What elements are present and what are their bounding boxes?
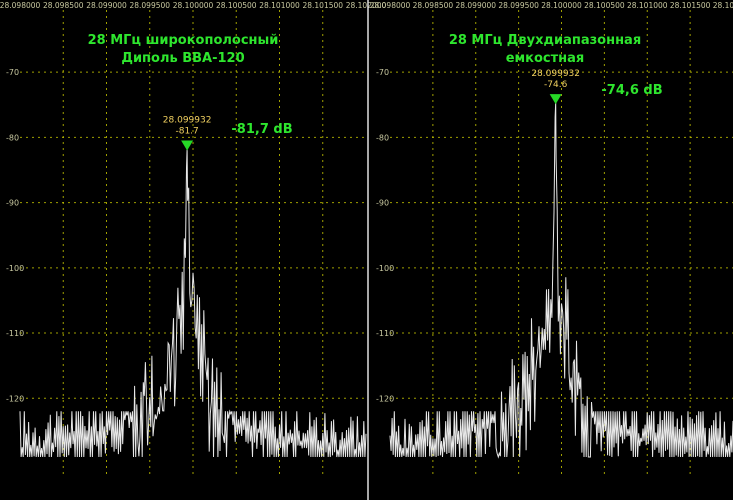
y-tick-label: -80 [376, 133, 389, 142]
y-tick-label: -100 [6, 264, 24, 273]
x-tick-label: 28.100000 [541, 1, 582, 10]
chart-subtitle: Диполь BBA-120 [121, 51, 244, 66]
marker-value: -74.6 [544, 80, 568, 90]
y-tick-label: -80 [6, 133, 19, 142]
y-tick-label: -90 [6, 199, 19, 208]
x-tick-label: 28.101500 [670, 1, 711, 10]
x-tick-label: 28.099000 [86, 1, 127, 10]
x-tick-label: 28.099000 [455, 1, 496, 10]
marker-frequency: 28.099932 [163, 115, 212, 125]
x-tick-label: 28.100500 [216, 1, 257, 10]
level-annotation: -81,7 dB [231, 122, 292, 137]
y-tick-label: -110 [6, 329, 24, 338]
x-tick-label: 28.098000 [370, 1, 411, 10]
marker-value: -81.7 [175, 126, 198, 136]
y-tick-label: -70 [6, 68, 19, 77]
x-tick-label: 28.098500 [43, 1, 84, 10]
chart-title: 28 МГц широкополосный [88, 33, 279, 48]
x-tick-label: 28.101000 [259, 1, 300, 10]
y-tick-label: -120 [376, 394, 394, 403]
chart-subtitle: емкостная [506, 51, 585, 66]
x-tick-label: 28.099500 [498, 1, 539, 10]
marker-frequency: 28.099932 [531, 69, 580, 79]
chart-title: 28 МГц Двухдиапазонная [449, 33, 641, 48]
x-tick-label: 28.100500 [584, 1, 625, 10]
x-tick-label: 28.101000 [627, 1, 668, 10]
y-tick-label: -110 [376, 329, 394, 338]
x-tick-label: 28.098000 [0, 1, 41, 10]
x-tick-label: 28.098500 [413, 1, 454, 10]
spectrum-comparison: 28.098000 28.098500 28.099000 28.099500 28.1… [0, 0, 733, 500]
y-tick-label: -70 [376, 68, 389, 77]
x-tick-label: 28.102000 [713, 1, 733, 10]
y-tick-label: -90 [376, 199, 389, 208]
y-tick-label: -100 [376, 264, 394, 273]
x-tick-label: 28.099500 [129, 1, 170, 10]
level-annotation: -74,6 dB [601, 83, 662, 98]
x-tick-label: 28.101500 [302, 1, 343, 10]
x-tick-label: 28.100000 [173, 1, 214, 10]
y-tick-label: -120 [6, 394, 24, 403]
